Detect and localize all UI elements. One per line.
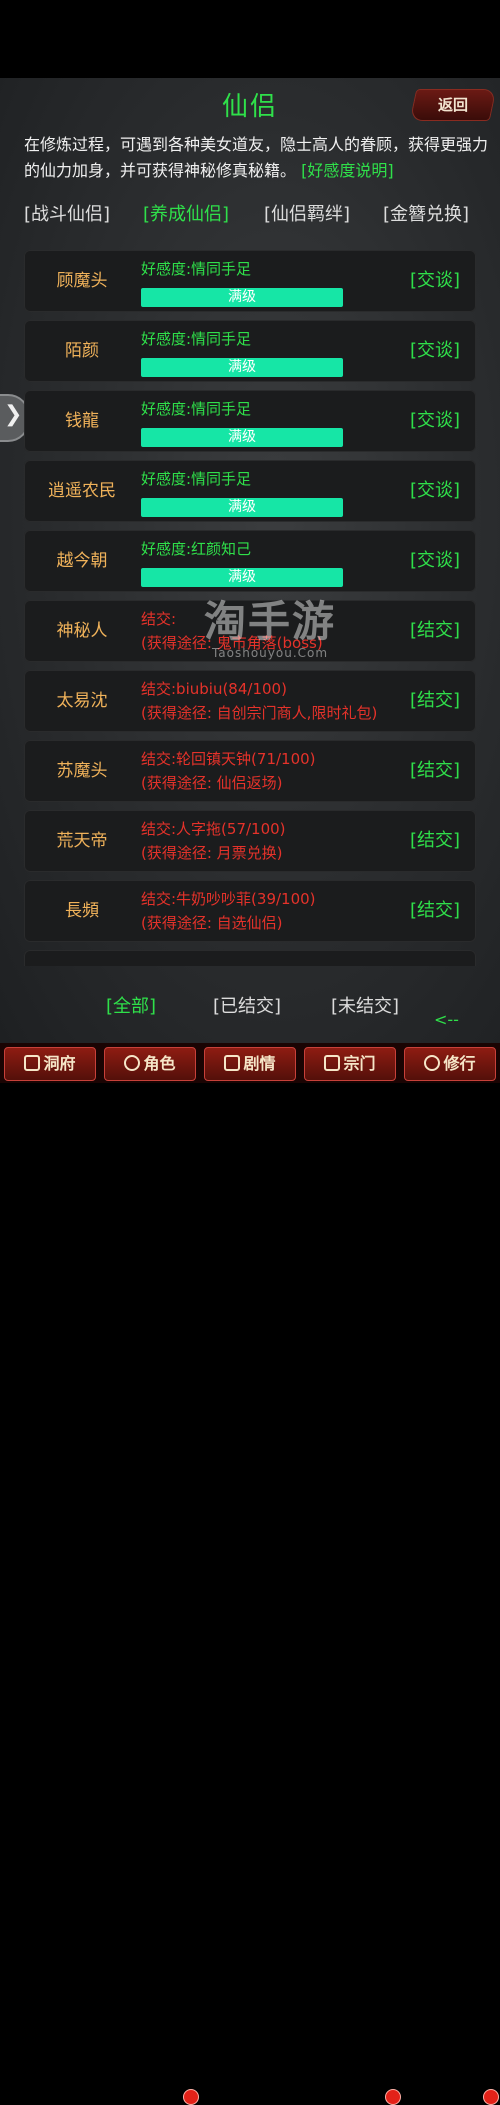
character-badge bbox=[183, 2089, 199, 2105]
befriend-progress: 结交: bbox=[141, 610, 177, 628]
obtain-method: (获得途径: 月票兑换) bbox=[141, 844, 283, 862]
befriend-button[interactable]: [结交] bbox=[410, 600, 460, 662]
sect-badge bbox=[385, 2089, 401, 2105]
tab-hairpin-exchange[interactable]: [金簪兑换] bbox=[383, 200, 469, 226]
talk-button[interactable]: [交谈] bbox=[410, 530, 460, 592]
talk-button[interactable]: [交谈] bbox=[410, 250, 460, 312]
category-tabs: [战斗仙侣] [养成仙侣] [仙侣羁绊] [金簪兑换] bbox=[0, 200, 500, 230]
affinity-label: 好感度:情同手足 bbox=[141, 330, 252, 348]
affinity-help-link[interactable]: [好感度说明] bbox=[301, 161, 394, 180]
befriend-progress: 结交:轮回镇天钟(71/100) bbox=[141, 750, 316, 768]
tab-battle-partner[interactable]: [战斗仙侣] bbox=[24, 200, 110, 226]
affinity-bar: 满级 bbox=[141, 428, 343, 447]
obtain-method: (获得途径: 仙侣返场) bbox=[141, 774, 283, 792]
partner-row: 荒天帝 结交:人字拖(57/100) (获得途径: 月票兑换) [结交] bbox=[24, 810, 476, 872]
partner-row-partial bbox=[24, 950, 476, 966]
affinity-bar: 满级 bbox=[141, 568, 343, 587]
partner-name: 長頻 bbox=[65, 901, 99, 921]
partner-row: 钱龍 好感度:情同手足 满级 [交谈] bbox=[24, 390, 476, 452]
talk-button[interactable]: [交谈] bbox=[410, 320, 460, 382]
nav-character-button[interactable]: 角色 bbox=[104, 1047, 196, 1081]
partner-row: 越今朝 好感度:红颜知己 满级 [交谈] bbox=[24, 530, 476, 592]
intro-description: 在修炼过程，可遇到各种美女道友，隐士高人的眷顾，获得更强力的仙力加身，并可获得神… bbox=[24, 135, 489, 180]
affinity-bar: 满级 bbox=[141, 288, 343, 307]
nav-cave-label: 洞府 bbox=[43, 1054, 76, 1073]
tab-partner-bond[interactable]: [仙侣羁绊] bbox=[264, 200, 350, 226]
talk-button[interactable]: [交谈] bbox=[410, 460, 460, 522]
back-button[interactable]: 返回 bbox=[410, 90, 496, 120]
befriend-button[interactable]: [结交] bbox=[410, 810, 460, 872]
partner-name: 逍遥农民 bbox=[48, 481, 116, 501]
partner-name: 陌颜 bbox=[65, 341, 99, 361]
partner-name: 神秘人 bbox=[56, 621, 108, 641]
affinity-label: 好感度:情同手足 bbox=[141, 260, 252, 278]
partner-name: 越今朝 bbox=[56, 551, 108, 571]
filter-tabs: [全部] [已结交] [未结交] bbox=[0, 992, 500, 1022]
partner-row: 神秘人 结交: (获得途径: 鬼市角落(boss) [结交] bbox=[24, 600, 476, 662]
partner-row: 長頻 结交:牛奶吵吵菲(39/100) (获得途径: 自选仙侣) [结交] bbox=[24, 880, 476, 942]
filter-befriended[interactable]: [已结交] bbox=[213, 992, 281, 1018]
affinity-bar: 满级 bbox=[141, 358, 343, 377]
partner-row: 陌颜 好感度:情同手足 满级 [交谈] bbox=[24, 320, 476, 382]
befriend-button[interactable]: [结交] bbox=[410, 670, 460, 732]
character-icon bbox=[124, 1055, 141, 1071]
affinity-label: 好感度:红颜知己 bbox=[141, 540, 252, 558]
chevron-right-icon: ❯ bbox=[4, 402, 23, 427]
nav-story-label: 剧情 bbox=[243, 1054, 276, 1073]
partner-row: 太易沈 结交:biubiu(84/100) (获得途径: 自创宗门商人,限时礼包… bbox=[24, 670, 476, 732]
partner-row: 顾魔头 好感度:情同手足 满级 [交谈] bbox=[24, 250, 476, 312]
affinity-label: 好感度:情同手足 bbox=[141, 400, 252, 418]
befriend-button[interactable]: [结交] bbox=[410, 880, 460, 942]
bottom-nav: 洞府 角色 剧情 宗门 修行 bbox=[0, 1043, 500, 2105]
befriend-button[interactable]: [结交] bbox=[410, 740, 460, 802]
partner-row: 苏魔头 结交:轮回镇天钟(71/100) (获得途径: 仙侣返场) [结交] bbox=[24, 740, 476, 802]
partner-list: 顾魔头 好感度:情同手足 满级 [交谈] 陌颜 好感度:情同手足 满级 [交谈]… bbox=[24, 250, 476, 966]
filter-not-befriended[interactable]: [未结交] bbox=[331, 992, 399, 1018]
nav-sect-button[interactable]: 宗门 bbox=[304, 1047, 396, 1081]
befriend-progress: 结交:biubiu(84/100) bbox=[141, 680, 287, 698]
intro-text: 在修炼过程，可遇到各种美女道友，隐士高人的眷顾，获得更强力的仙力加身，并可获得神… bbox=[24, 132, 494, 184]
affinity-bar: 满级 bbox=[141, 498, 343, 517]
nav-character-label: 角色 bbox=[143, 1054, 176, 1073]
befriend-progress: 结交:人字拖(57/100) bbox=[141, 820, 286, 838]
cultivate-badge bbox=[483, 2089, 499, 2105]
back-button-label: 返回 bbox=[437, 96, 468, 114]
top-blank-bar bbox=[0, 0, 500, 78]
nav-story-button[interactable]: 剧情 bbox=[204, 1047, 296, 1081]
nav-sect-label: 宗门 bbox=[343, 1054, 376, 1073]
collapse-arrow[interactable]: <-- bbox=[434, 1010, 459, 1029]
partner-name: 荒天帝 bbox=[56, 831, 108, 851]
obtain-method: (获得途径: 自创宗门商人,限时礼包) bbox=[141, 704, 378, 722]
partner-name: 太易沈 bbox=[56, 691, 108, 711]
talk-button[interactable]: [交谈] bbox=[410, 390, 460, 452]
partner-name: 顾魔头 bbox=[56, 271, 108, 291]
nav-cultivate-button[interactable]: 修行 bbox=[404, 1047, 496, 1081]
tab-nurture-partner[interactable]: [养成仙侣] bbox=[143, 200, 229, 226]
filter-all[interactable]: [全部] bbox=[106, 992, 156, 1018]
nav-cave-button[interactable]: 洞府 bbox=[4, 1047, 96, 1081]
nav-cultivate-label: 修行 bbox=[443, 1054, 476, 1073]
story-icon bbox=[224, 1055, 241, 1071]
partner-row: 逍遥农民 好感度:情同手足 满级 [交谈] bbox=[24, 460, 476, 522]
befriend-progress: 结交:牛奶吵吵菲(39/100) bbox=[141, 890, 316, 908]
obtain-method: (获得途径: 鬼市角落(boss) bbox=[141, 634, 323, 652]
cultivate-icon bbox=[424, 1055, 441, 1071]
sect-icon bbox=[324, 1055, 341, 1071]
cave-icon bbox=[24, 1055, 41, 1071]
partner-name: 苏魔头 bbox=[56, 761, 108, 781]
obtain-method: (获得途径: 自选仙侣) bbox=[141, 914, 283, 932]
partner-name: 钱龍 bbox=[65, 411, 99, 431]
affinity-label: 好感度:情同手足 bbox=[141, 470, 252, 488]
